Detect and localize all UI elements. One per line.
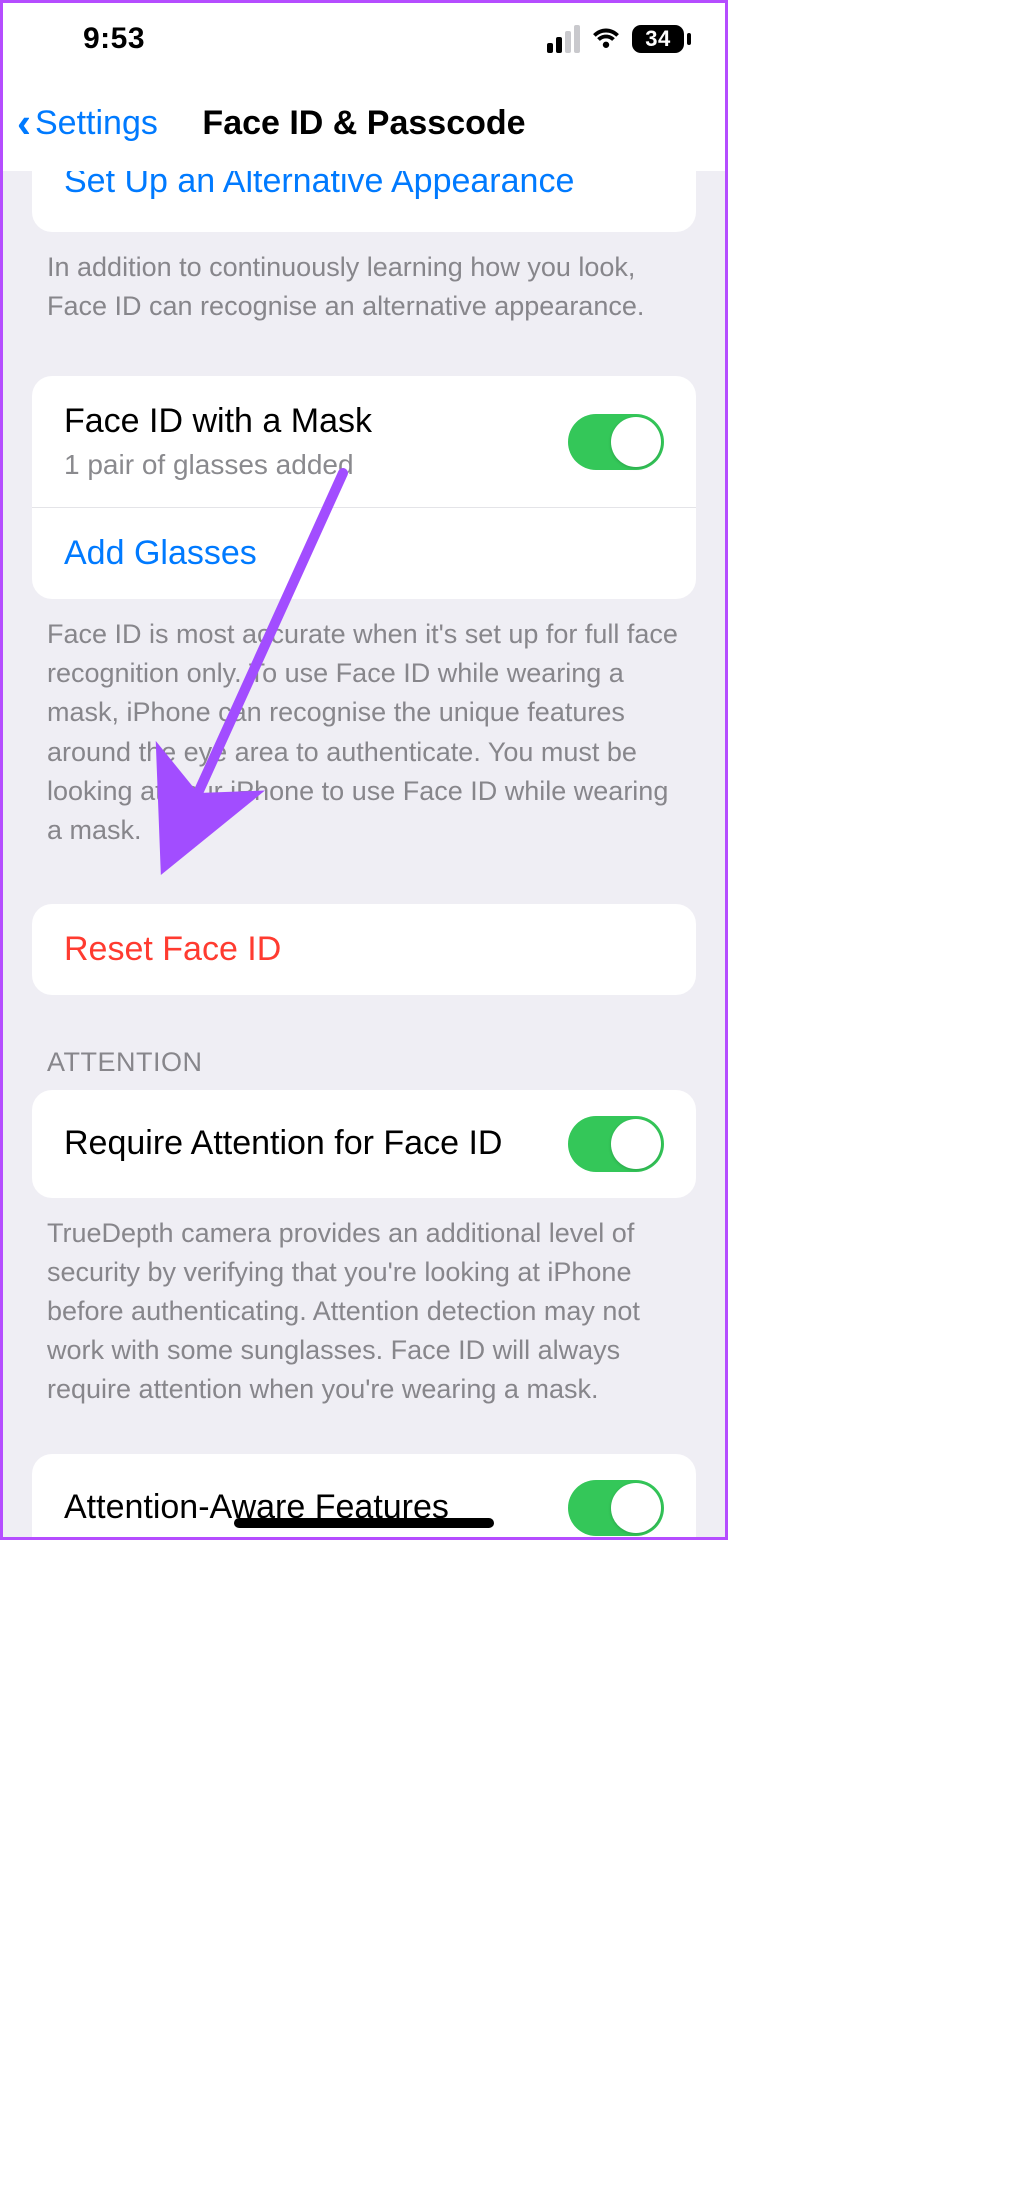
setup-alt-appearance-label: Set Up an Alternative Appearance xyxy=(64,171,664,202)
reset-face-id-label: Reset Face ID xyxy=(64,930,281,969)
require-attention-toggle[interactable] xyxy=(568,1116,664,1172)
add-glasses-label: Add Glasses xyxy=(64,534,257,573)
face-id-mask-subtitle: 1 pair of glasses added xyxy=(64,449,372,481)
require-attention-group: Require Attention for Face ID xyxy=(32,1090,696,1198)
add-glasses-row[interactable]: Add Glasses xyxy=(32,507,696,599)
battery-icon: 34 xyxy=(632,25,691,53)
require-attention-footer: TrueDepth camera provides an additional … xyxy=(3,1198,725,1410)
setup-alt-appearance-row[interactable]: Set Up an Alternative Appearance xyxy=(32,171,696,232)
nav-bar: ‹ Settings Face ID & Passcode xyxy=(3,75,725,171)
face-id-mask-title: Face ID with a Mask xyxy=(64,402,372,441)
require-attention-row[interactable]: Require Attention for Face ID xyxy=(32,1090,696,1198)
face-id-mask-toggle[interactable] xyxy=(568,414,664,470)
cellular-signal-icon xyxy=(547,25,580,53)
face-id-mask-row[interactable]: Face ID with a Mask 1 pair of glasses ad… xyxy=(32,376,696,507)
require-attention-title: Require Attention for Face ID xyxy=(64,1124,502,1163)
settings-content[interactable]: Set Up an Alternative Appearance In addi… xyxy=(3,171,725,1537)
back-button[interactable]: ‹ Settings xyxy=(17,75,158,171)
status-icons: 34 xyxy=(547,22,691,56)
home-indicator[interactable] xyxy=(234,1518,494,1528)
chevron-left-icon: ‹ xyxy=(17,102,31,144)
reset-face-id-group: Reset Face ID xyxy=(32,904,696,995)
battery-percentage: 34 xyxy=(645,26,670,52)
page-title: Face ID & Passcode xyxy=(202,104,525,143)
status-bar: 9:53 34 xyxy=(3,3,725,75)
reset-face-id-row[interactable]: Reset Face ID xyxy=(32,904,696,995)
alt-appearance-footer: In addition to continuously learning how… xyxy=(3,232,725,326)
status-time: 9:53 xyxy=(83,22,145,56)
attention-aware-toggle[interactable] xyxy=(568,1480,664,1536)
screen-frame: 9:53 34 ‹ Settings Face ID & Passco xyxy=(0,0,728,1540)
wifi-icon xyxy=(590,22,622,56)
attention-section-header: ATTENTION xyxy=(3,995,725,1090)
face-id-mask-footer: Face ID is most accurate when it's set u… xyxy=(3,599,725,850)
back-label: Settings xyxy=(35,104,158,143)
face-id-mask-group: Face ID with a Mask 1 pair of glasses ad… xyxy=(32,376,696,599)
